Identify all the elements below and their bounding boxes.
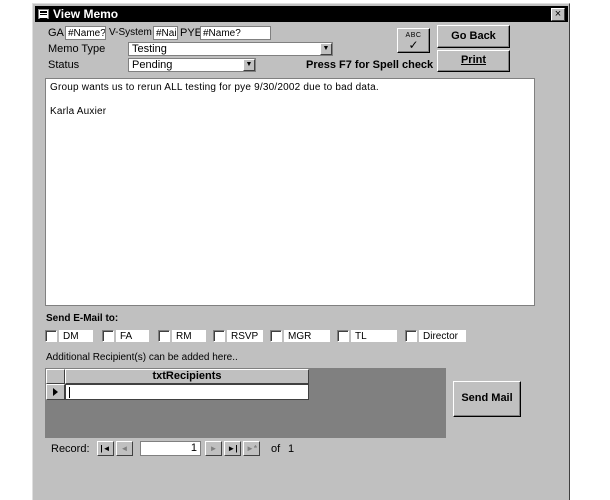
dm-checkbox[interactable] (45, 330, 57, 342)
new-record-icon: ►* (245, 444, 258, 453)
close-icon[interactable]: × (555, 8, 561, 20)
vsystem-field[interactable]: #Nai (153, 26, 178, 40)
record-of-label: of (271, 443, 281, 455)
fa-checkbox[interactable] (102, 330, 114, 342)
mgr-label: MGR (283, 329, 331, 343)
window-title: View Memo (53, 7, 119, 21)
tl-label: TL (350, 329, 398, 343)
new-record-button[interactable]: ►* (243, 441, 260, 456)
record-label: Record: (51, 443, 90, 455)
column-header-txtrecipients[interactable]: txtRecipients (65, 369, 309, 384)
record-navigation: Record: |◄ ◄ 1 ► ►| ►* of 1 (45, 438, 446, 458)
previous-record-icon: ◄ (120, 444, 129, 453)
ga-label: GA (48, 27, 64, 39)
chevron-down-icon[interactable]: ▼ (320, 43, 332, 55)
memo-type-label: Memo Type (48, 43, 106, 55)
text-caret (69, 387, 70, 398)
pye-label: PYE (180, 27, 203, 39)
next-record-icon: ► (209, 444, 218, 453)
next-record-button[interactable]: ► (205, 441, 222, 456)
memo-line-2: Karla Auxier (50, 106, 107, 117)
go-back-label: Go Back (451, 30, 496, 42)
recipients-subform: txtRecipients (45, 368, 446, 438)
previous-record-button[interactable]: ◄ (116, 441, 133, 456)
rsvp-checkbox[interactable] (213, 330, 225, 342)
first-record-button[interactable]: |◄ (97, 441, 114, 456)
current-record-arrow-icon[interactable] (46, 384, 65, 400)
status-value: Pending (132, 59, 173, 71)
title-bar: View Memo × (35, 6, 568, 22)
record-number-input[interactable]: 1 (140, 441, 201, 456)
status-combo[interactable]: Pending ▼ (128, 58, 256, 72)
print-label: Print (460, 54, 487, 66)
chevron-down-icon[interactable]: ▼ (243, 59, 255, 71)
spell-hint: Press F7 for Spell check (306, 59, 434, 71)
view-memo-window: View Memo × GA #Name? V-System #Nai PYE … (32, 3, 570, 500)
last-record-icon: ►| (227, 444, 238, 453)
spellcheck-icon: ✓ (408, 38, 419, 52)
first-record-icon: |◄ (100, 444, 111, 453)
send-mail-button[interactable]: Send Mail (453, 381, 521, 417)
memo-type-value: Testing (132, 43, 167, 55)
form-icon (38, 9, 49, 19)
memo-line-1: Group wants us to rerun ALL testing for … (50, 82, 379, 93)
tl-checkbox[interactable] (337, 330, 349, 342)
go-back-button[interactable]: Go Back (437, 25, 510, 48)
print-button[interactable]: Print (437, 50, 510, 72)
last-record-button[interactable]: ►| (224, 441, 241, 456)
director-label: Director (418, 329, 467, 343)
rm-label: RM (171, 329, 207, 343)
dm-label: DM (58, 329, 94, 343)
send-mail-label: Send Mail (461, 392, 513, 404)
close-button[interactable]: × (551, 8, 565, 21)
mgr-checkbox[interactable] (270, 330, 282, 342)
send-email-heading: Send E-Mail to: (46, 313, 119, 324)
additional-caption: Additional Recipient(s) can be added her… (46, 352, 238, 363)
record-total: 1 (288, 443, 295, 455)
grid-corner[interactable] (46, 369, 65, 384)
director-checkbox[interactable] (405, 330, 417, 342)
status-label: Status (48, 59, 80, 71)
memo-type-combo[interactable]: Testing ▼ (128, 42, 333, 56)
ga-field[interactable]: #Name? (65, 26, 106, 40)
pye-field[interactable]: #Name? (200, 26, 271, 40)
vsystem-label: V-System (109, 27, 152, 38)
rsvp-label: RSVP (226, 329, 264, 343)
fa-label: FA (115, 329, 150, 343)
rm-checkbox[interactable] (158, 330, 170, 342)
recipient-input[interactable] (65, 384, 309, 400)
memo-textarea[interactable]: Group wants us to rerun ALL testing for … (45, 78, 535, 306)
spellcheck-button[interactable]: ABC ✓ (397, 28, 430, 53)
